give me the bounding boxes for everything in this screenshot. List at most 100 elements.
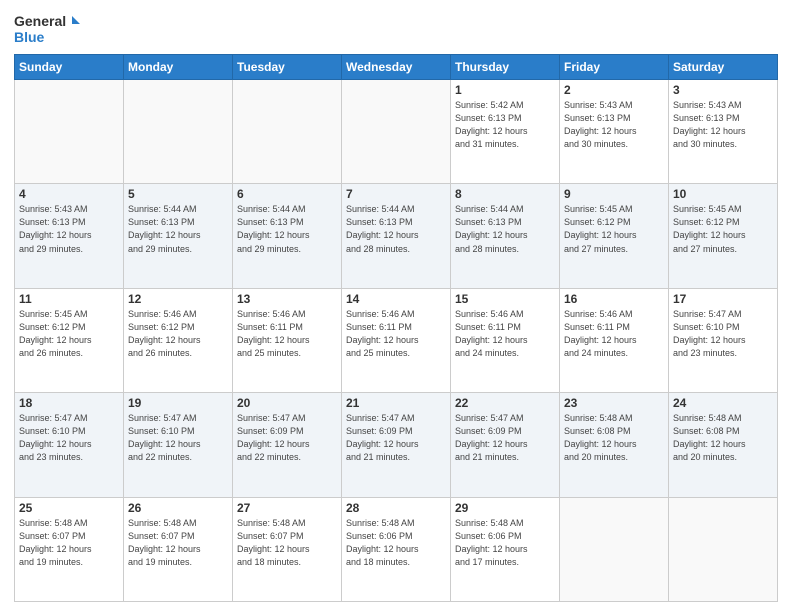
day-number: 1 <box>455 83 555 97</box>
day-info: Sunrise: 5:46 AM Sunset: 6:11 PM Dayligh… <box>564 308 664 360</box>
svg-text:General: General <box>14 13 66 29</box>
day-info: Sunrise: 5:47 AM Sunset: 6:09 PM Dayligh… <box>237 412 337 464</box>
svg-text:Blue: Blue <box>14 29 45 45</box>
day-number: 3 <box>673 83 773 97</box>
day-info: Sunrise: 5:48 AM Sunset: 6:08 PM Dayligh… <box>673 412 773 464</box>
calendar-day-empty <box>669 497 778 601</box>
day-info: Sunrise: 5:48 AM Sunset: 6:08 PM Dayligh… <box>564 412 664 464</box>
day-number: 28 <box>346 501 446 515</box>
calendar-day-28: 28 Sunrise: 5:48 AM Sunset: 6:06 PM Dayli… <box>342 497 451 601</box>
day-number: 2 <box>564 83 664 97</box>
logo: General Blue <box>14 10 84 46</box>
calendar-week-row: 4 Sunrise: 5:43 AM Sunset: 6:13 PM Daylig… <box>15 184 778 288</box>
day-info: Sunrise: 5:48 AM Sunset: 6:07 PM Dayligh… <box>128 517 228 569</box>
day-number: 29 <box>455 501 555 515</box>
day-info: Sunrise: 5:45 AM Sunset: 6:12 PM Dayligh… <box>673 203 773 255</box>
day-number: 16 <box>564 292 664 306</box>
calendar-day-13: 13 Sunrise: 5:46 AM Sunset: 6:11 PM Dayli… <box>233 288 342 392</box>
weekday-header-sunday: Sunday <box>15 55 124 80</box>
day-info: Sunrise: 5:44 AM Sunset: 6:13 PM Dayligh… <box>455 203 555 255</box>
day-number: 25 <box>19 501 119 515</box>
calendar-day-empty <box>560 497 669 601</box>
day-info: Sunrise: 5:48 AM Sunset: 6:07 PM Dayligh… <box>19 517 119 569</box>
day-number: 23 <box>564 396 664 410</box>
calendar-day-empty <box>124 80 233 184</box>
day-number: 6 <box>237 187 337 201</box>
day-info: Sunrise: 5:42 AM Sunset: 6:13 PM Dayligh… <box>455 99 555 151</box>
header: General Blue <box>14 10 778 46</box>
day-number: 10 <box>673 187 773 201</box>
calendar-week-row: 25 Sunrise: 5:48 AM Sunset: 6:07 PM Dayli… <box>15 497 778 601</box>
calendar-day-20: 20 Sunrise: 5:47 AM Sunset: 6:09 PM Dayli… <box>233 393 342 497</box>
day-info: Sunrise: 5:47 AM Sunset: 6:10 PM Dayligh… <box>19 412 119 464</box>
day-info: Sunrise: 5:46 AM Sunset: 6:12 PM Dayligh… <box>128 308 228 360</box>
day-info: Sunrise: 5:43 AM Sunset: 6:13 PM Dayligh… <box>673 99 773 151</box>
calendar-day-empty <box>233 80 342 184</box>
calendar-day-9: 9 Sunrise: 5:45 AM Sunset: 6:12 PM Daylig… <box>560 184 669 288</box>
calendar-day-26: 26 Sunrise: 5:48 AM Sunset: 6:07 PM Dayli… <box>124 497 233 601</box>
calendar-day-19: 19 Sunrise: 5:47 AM Sunset: 6:10 PM Dayli… <box>124 393 233 497</box>
weekday-header-row: SundayMondayTuesdayWednesdayThursdayFrid… <box>15 55 778 80</box>
day-info: Sunrise: 5:47 AM Sunset: 6:10 PM Dayligh… <box>673 308 773 360</box>
day-info: Sunrise: 5:48 AM Sunset: 6:06 PM Dayligh… <box>346 517 446 569</box>
calendar-day-6: 6Sunrise: 5:44 AM Sunset: 6:13 PM Daylig… <box>233 184 342 288</box>
day-info: Sunrise: 5:44 AM Sunset: 6:13 PM Dayligh… <box>346 203 446 255</box>
day-info: Sunrise: 5:45 AM Sunset: 6:12 PM Dayligh… <box>19 308 119 360</box>
day-info: Sunrise: 5:45 AM Sunset: 6:12 PM Dayligh… <box>564 203 664 255</box>
day-number: 21 <box>346 396 446 410</box>
day-info: Sunrise: 5:48 AM Sunset: 6:06 PM Dayligh… <box>455 517 555 569</box>
logo-svg: General Blue <box>14 10 84 46</box>
day-number: 17 <box>673 292 773 306</box>
calendar-day-3: 3 Sunrise: 5:43 AM Sunset: 6:13 PM Daylig… <box>669 80 778 184</box>
calendar-day-24: 24 Sunrise: 5:48 AM Sunset: 6:08 PM Dayli… <box>669 393 778 497</box>
day-number: 15 <box>455 292 555 306</box>
calendar-day-23: 23 Sunrise: 5:48 AM Sunset: 6:08 PM Dayli… <box>560 393 669 497</box>
calendar-day-15: 15 Sunrise: 5:46 AM Sunset: 6:11 PM Dayli… <box>451 288 560 392</box>
calendar-day-18: 18 Sunrise: 5:47 AM Sunset: 6:10 PM Dayli… <box>15 393 124 497</box>
calendar-day-29: 29 Sunrise: 5:48 AM Sunset: 6:06 PM Dayli… <box>451 497 560 601</box>
calendar-week-row: 11 Sunrise: 5:45 AM Sunset: 6:12 PM Dayli… <box>15 288 778 392</box>
calendar-day-4: 4 Sunrise: 5:43 AM Sunset: 6:13 PM Daylig… <box>15 184 124 288</box>
weekday-header-tuesday: Tuesday <box>233 55 342 80</box>
day-number: 13 <box>237 292 337 306</box>
calendar-table: SundayMondayTuesdayWednesdayThursdayFrid… <box>14 54 778 602</box>
calendar-day-empty <box>15 80 124 184</box>
day-info: Sunrise: 5:46 AM Sunset: 6:11 PM Dayligh… <box>237 308 337 360</box>
calendar-day-21: 21 Sunrise: 5:47 AM Sunset: 6:09 PM Dayli… <box>342 393 451 497</box>
day-number: 26 <box>128 501 228 515</box>
page: General Blue SundayMondayTuesdayWednesda… <box>0 0 792 612</box>
weekday-header-friday: Friday <box>560 55 669 80</box>
calendar-week-row: 18 Sunrise: 5:47 AM Sunset: 6:10 PM Dayli… <box>15 393 778 497</box>
calendar-day-17: 17 Sunrise: 5:47 AM Sunset: 6:10 PM Dayli… <box>669 288 778 392</box>
day-info: Sunrise: 5:44 AM Sunset: 6:13 PM Dayligh… <box>128 203 228 255</box>
day-info: Sunrise: 5:47 AM Sunset: 6:09 PM Dayligh… <box>455 412 555 464</box>
day-number: 22 <box>455 396 555 410</box>
calendar-day-8: 8 Sunrise: 5:44 AM Sunset: 6:13 PM Daylig… <box>451 184 560 288</box>
calendar-day-25: 25 Sunrise: 5:48 AM Sunset: 6:07 PM Dayli… <box>15 497 124 601</box>
calendar-day-5: 5Sunrise: 5:44 AM Sunset: 6:13 PM Daylig… <box>124 184 233 288</box>
day-number: 8 <box>455 187 555 201</box>
day-info: Sunrise: 5:47 AM Sunset: 6:09 PM Dayligh… <box>346 412 446 464</box>
day-number: 4 <box>19 187 119 201</box>
calendar-day-7: 7 Sunrise: 5:44 AM Sunset: 6:13 PM Daylig… <box>342 184 451 288</box>
weekday-header-monday: Monday <box>124 55 233 80</box>
day-number: 12 <box>128 292 228 306</box>
day-number: 20 <box>237 396 337 410</box>
day-info: Sunrise: 5:46 AM Sunset: 6:11 PM Dayligh… <box>455 308 555 360</box>
calendar-day-12: 12 Sunrise: 5:46 AM Sunset: 6:12 PM Dayli… <box>124 288 233 392</box>
day-number: 24 <box>673 396 773 410</box>
day-number: 9 <box>564 187 664 201</box>
day-info: Sunrise: 5:47 AM Sunset: 6:10 PM Dayligh… <box>128 412 228 464</box>
calendar-day-2: 2Sunrise: 5:43 AM Sunset: 6:13 PM Daylig… <box>560 80 669 184</box>
calendar-day-22: 22 Sunrise: 5:47 AM Sunset: 6:09 PM Dayli… <box>451 393 560 497</box>
calendar-day-16: 16 Sunrise: 5:46 AM Sunset: 6:11 PM Dayli… <box>560 288 669 392</box>
weekday-header-wednesday: Wednesday <box>342 55 451 80</box>
weekday-header-thursday: Thursday <box>451 55 560 80</box>
calendar-day-27: 27Sunrise: 5:48 AM Sunset: 6:07 PM Dayli… <box>233 497 342 601</box>
day-number: 18 <box>19 396 119 410</box>
day-info: Sunrise: 5:43 AM Sunset: 6:13 PM Dayligh… <box>19 203 119 255</box>
day-number: 11 <box>19 292 119 306</box>
day-number: 7 <box>346 187 446 201</box>
day-number: 19 <box>128 396 228 410</box>
weekday-header-saturday: Saturday <box>669 55 778 80</box>
